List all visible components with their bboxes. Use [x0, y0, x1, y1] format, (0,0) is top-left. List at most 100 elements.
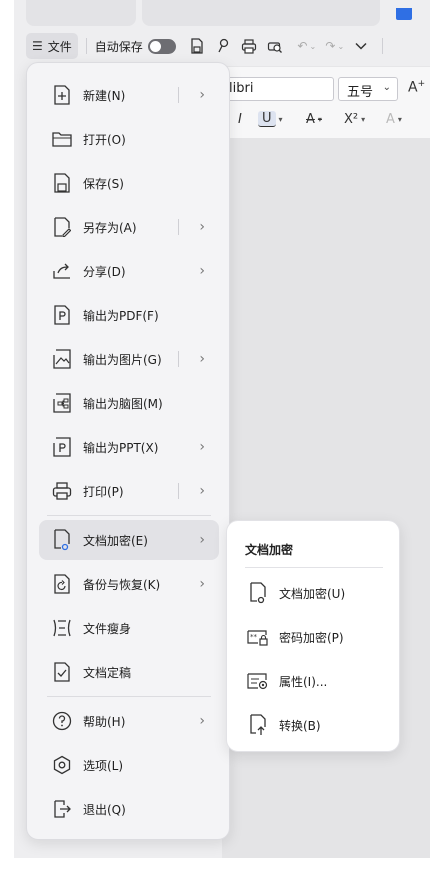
chevron-down-icon: ▾	[278, 114, 283, 124]
font-size-select[interactable]: 五号 ⌄	[338, 77, 398, 101]
chevron-right-icon[interactable]: ›	[199, 350, 205, 368]
svg-text:**: **	[250, 633, 258, 641]
menu-item-export-image[interactable]: 输出为图片(G) ›	[39, 339, 219, 379]
document-lock-icon	[247, 582, 269, 604]
export-pdf-icon	[51, 304, 73, 326]
chevron-right-icon[interactable]: ›	[199, 262, 205, 280]
menu-item-share[interactable]: 分享(D) ›	[39, 251, 219, 291]
file-menu: 新建(N) › 打开(O) 保存(S) 另存为(A) › 分享(D) › 输出为…	[26, 62, 230, 840]
menu-item-label: 另存为(A)	[83, 220, 137, 235]
menu-item-new[interactable]: 新建(N) ›	[39, 75, 219, 115]
menu-item-label: 退出(Q)	[83, 802, 126, 817]
save-icon	[51, 172, 73, 194]
undo-icon[interactable]: ↶ ⌄	[296, 35, 318, 57]
file-menu-button[interactable]: ☰ 文件	[26, 33, 78, 59]
underline-icon: U	[258, 111, 276, 127]
submenu-title: 文档加密	[245, 543, 294, 557]
submenu-item-password-encrypt[interactable]: ** 密码加密(P)	[235, 617, 393, 657]
title-search-pill[interactable]	[142, 0, 380, 26]
chevron-down-icon[interactable]	[350, 35, 372, 57]
encrypt-submenu: 文档加密 文档加密(U) ** 密码加密(P) 属性(I)... 转换(B)	[226, 520, 400, 752]
properties-icon	[247, 670, 269, 692]
menu-item-save[interactable]: 保存(S)	[39, 163, 219, 203]
menu-item-save-as[interactable]: 另存为(A) ›	[39, 207, 219, 247]
menu-item-label: 文档加密(E)	[83, 533, 148, 548]
menu-item-label: 输出为PDF(F)	[83, 308, 159, 323]
export-mindmap-icon	[51, 392, 73, 414]
export-image-icon	[51, 348, 73, 370]
chevron-right-icon[interactable]: ›	[199, 86, 205, 104]
menu-item-options[interactable]: 选项(L)	[39, 745, 219, 785]
underline-button[interactable]: U ▾	[258, 109, 283, 129]
chevron-down-icon: ▾	[361, 114, 366, 124]
menu-divider	[47, 515, 211, 516]
convert-icon	[247, 714, 269, 736]
quick-toolbar: ☰ 文件 自动保存 ↶ ⌄ ↷ ⌄	[26, 32, 391, 60]
account-chip[interactable]	[396, 8, 412, 20]
submenu-item-convert[interactable]: 转换(B)	[235, 705, 393, 745]
strikethrough-button[interactable]: A ▾	[306, 109, 322, 129]
menu-item-label: 输出为PPT(X)	[83, 440, 159, 455]
menu-item-label: 分享(D)	[83, 264, 126, 279]
chevron-right-icon[interactable]: ›	[199, 531, 205, 549]
print-preview-icon[interactable]	[264, 35, 286, 57]
menu-item-label: 保存(S)	[83, 176, 124, 191]
new-document-icon	[51, 84, 73, 106]
italic-icon[interactable]: I	[238, 109, 242, 129]
tab-pill[interactable]	[26, 0, 136, 26]
submenu-item-properties[interactable]: 属性(I)...	[235, 661, 393, 701]
chevron-right-icon[interactable]: ›	[199, 712, 205, 730]
menu-item-export-ppt[interactable]: 输出为PPT(X) ›	[39, 427, 219, 467]
menu-item-label: 新建(N)	[83, 88, 126, 103]
text-effect-button[interactable]: A ▾	[386, 109, 402, 129]
toolbar-divider	[85, 38, 87, 54]
menu-item-finalize[interactable]: 文档定稿	[39, 652, 219, 692]
document-lock-icon	[51, 529, 73, 551]
redo-icon[interactable]: ↷ ⌄	[324, 35, 346, 57]
menu-item-label: 打开(O)	[83, 132, 126, 147]
menu-item-print[interactable]: 打印(P) ›	[39, 471, 219, 511]
font-name-select[interactable]: libri	[222, 77, 334, 101]
split-divider	[178, 351, 179, 367]
exit-icon	[51, 798, 73, 820]
help-icon	[51, 710, 73, 732]
ribbon-home: libri 五号 ⌄ A+ I U ▾ A ▾ X² ▾ A ▾	[222, 66, 430, 138]
chevron-down-icon: ⌄	[382, 82, 391, 93]
submenu-divider	[245, 567, 383, 568]
menu-item-backup[interactable]: 备份与恢复(K) ›	[39, 564, 219, 604]
submenu-item-label: 属性(I)...	[279, 674, 328, 689]
menu-item-label: 选项(L)	[83, 758, 124, 773]
submenu-item-document-encrypt[interactable]: 文档加密(U)	[235, 573, 393, 613]
submenu-item-label: 密码加密(P)	[279, 630, 344, 645]
chevron-right-icon[interactable]: ›	[199, 575, 205, 593]
share-link-icon[interactable]	[212, 35, 234, 57]
chevron-right-icon[interactable]: ›	[199, 482, 205, 500]
file-menu-label: 文件	[47, 39, 72, 54]
menu-item-exit[interactable]: 退出(Q)	[39, 789, 219, 829]
menu-item-slim[interactable]: 文件瘦身	[39, 608, 219, 648]
toolbar-divider	[381, 38, 383, 54]
settings-hexagon-icon	[51, 754, 73, 776]
superscript-button[interactable]: X² ▾	[344, 109, 365, 129]
menu-item-label: 备份与恢复(K)	[83, 577, 161, 592]
menu-item-open[interactable]: 打开(O)	[39, 119, 219, 159]
chevron-right-icon[interactable]: ›	[199, 218, 205, 236]
backup-restore-icon	[51, 573, 73, 595]
save-icon[interactable]	[186, 35, 208, 57]
autosave-label: 自动保存	[94, 39, 143, 54]
chevron-right-icon[interactable]: ›	[199, 438, 205, 456]
split-divider	[178, 87, 179, 103]
menu-item-label: 输出为图片(G)	[83, 352, 162, 367]
menu-item-export-mindmap[interactable]: 输出为脑图(M)	[39, 383, 219, 423]
autosave-toggle[interactable]	[147, 38, 176, 54]
autosave-control[interactable]: 自动保存	[95, 38, 176, 55]
menu-item-help[interactable]: 帮助(H) ›	[39, 701, 219, 741]
chevron-down-icon: ▾	[397, 114, 402, 124]
password-lock-icon: **	[247, 626, 269, 648]
grow-font-icon[interactable]: A+	[408, 79, 425, 96]
menu-item-export-pdf[interactable]: 输出为PDF(F)	[39, 295, 219, 335]
file-slim-icon	[51, 617, 73, 639]
printer-icon	[51, 480, 73, 502]
print-icon[interactable]	[238, 35, 260, 57]
menu-item-encrypt[interactable]: 文档加密(E) ›	[39, 520, 219, 560]
